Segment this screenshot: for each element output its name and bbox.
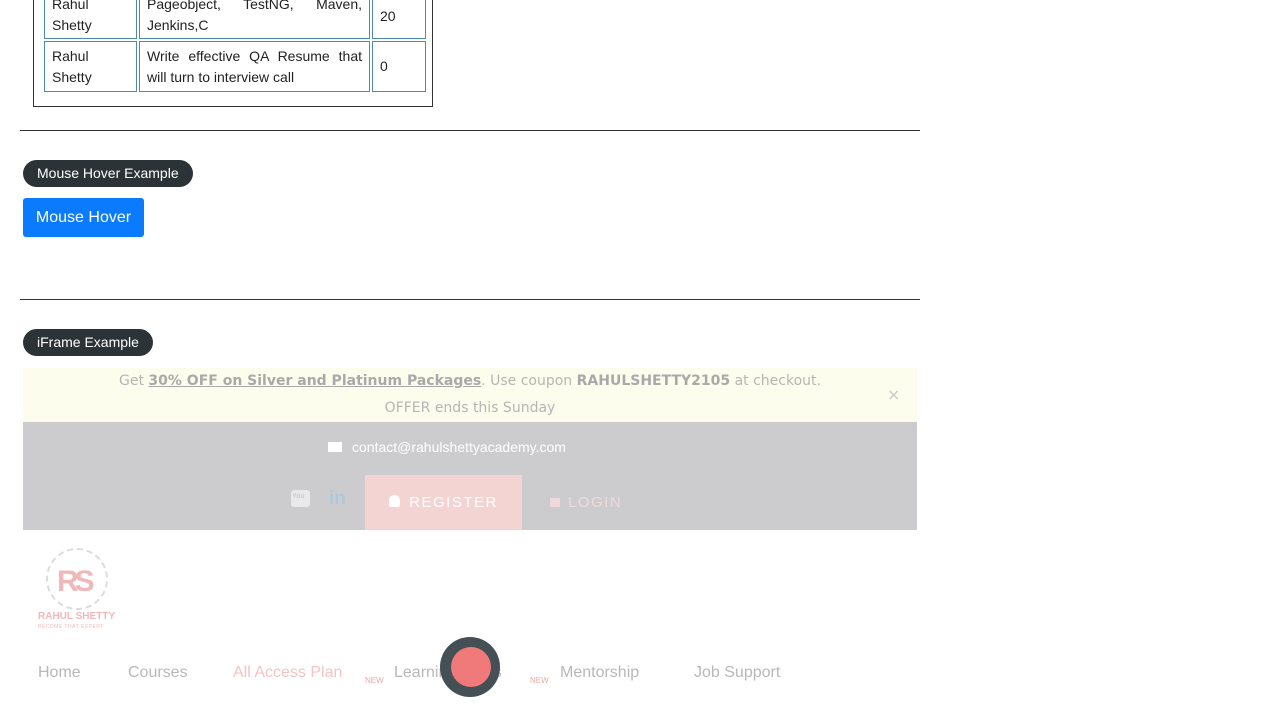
new-badge: NEW: [530, 676, 549, 685]
table-cell-price: 20: [372, 0, 426, 39]
nav-item-job-support[interactable]: Job Support: [694, 664, 780, 682]
table-cell-course: Write effective QA Resume that will turn…: [139, 41, 370, 92]
register-label: REGISTER: [409, 494, 498, 511]
web-table: Rahul Shetty Pageobject, TestNG, Maven, …: [42, 0, 428, 94]
linkedin-icon[interactable]: in: [329, 488, 346, 510]
offer-ends-text: OFFER ends this Sunday: [384, 400, 556, 416]
user-icon: [389, 495, 401, 508]
table-cell-price: 0: [372, 41, 426, 92]
logo-mark: RS: [57, 565, 95, 598]
brand-logo[interactable]: RS RAHUL SHETTY BECOME THAT EXPERT: [38, 548, 120, 632]
offer-middle: . Use coupon: [481, 373, 577, 389]
table-cell-instructor: Rahul Shetty: [44, 41, 137, 92]
offer-suffix: at checkout.: [730, 373, 821, 389]
logo-tagline: BECOME THAT EXPERT: [38, 624, 104, 630]
new-badge: NEW: [365, 676, 384, 685]
contact-email-link[interactable]: contact@rahulshettyacademy.com: [328, 439, 566, 455]
coupon-code: RAHULSHETTY2105: [576, 373, 731, 389]
contact-email: contact@rahulshettyacademy.com: [352, 439, 566, 455]
offer-banner: Get 30% OFF on Silver and Platinum Packa…: [23, 368, 917, 422]
mouse-hover-legend: Mouse Hover Example: [23, 160, 193, 187]
web-table-container: Rahul Shetty Pageobject, TestNG, Maven, …: [33, 0, 433, 107]
offer-line: Get 30% OFF on Silver and Platinum Packa…: [23, 373, 917, 389]
youtube-icon[interactable]: [291, 490, 310, 507]
section-divider: [20, 299, 920, 300]
table-row: Rahul Shetty Pageobject, TestNG, Maven, …: [44, 0, 426, 39]
section-divider: [20, 130, 920, 131]
lock-icon: [550, 497, 560, 507]
mouse-hover-button[interactable]: Mouse Hover: [23, 198, 144, 237]
table-cell-instructor: Rahul Shetty: [44, 0, 137, 39]
login-button[interactable]: LOGIN: [550, 475, 622, 530]
nav-item-all-access-plan[interactable]: All Access Plan: [233, 664, 342, 682]
table-row: Rahul Shetty Write effective QA Resume t…: [44, 41, 426, 92]
offer-prefix: Get: [119, 373, 149, 389]
iframe-legend: iFrame Example: [23, 329, 153, 356]
table-cell-course: Pageobject, TestNG, Maven, Jenkins,C: [139, 0, 370, 39]
mail-icon: [328, 442, 342, 453]
login-label: LOGIN: [568, 494, 623, 511]
nav-item-mentorship[interactable]: Mentorship: [560, 664, 639, 682]
nav-item-home[interactable]: Home: [38, 664, 81, 682]
logo-name: RAHUL SHETTY: [38, 611, 116, 622]
offer-link[interactable]: 30% OFF on Silver and Platinum Packages: [148, 373, 481, 389]
register-button[interactable]: REGISTER: [365, 475, 522, 530]
close-icon[interactable]: ×: [887, 385, 900, 404]
loading-spinner-icon: [440, 637, 500, 697]
nav-item-courses[interactable]: Courses: [128, 664, 188, 682]
header-topbar: contact@rahulshettyacademy.com in REGIST…: [23, 422, 917, 530]
